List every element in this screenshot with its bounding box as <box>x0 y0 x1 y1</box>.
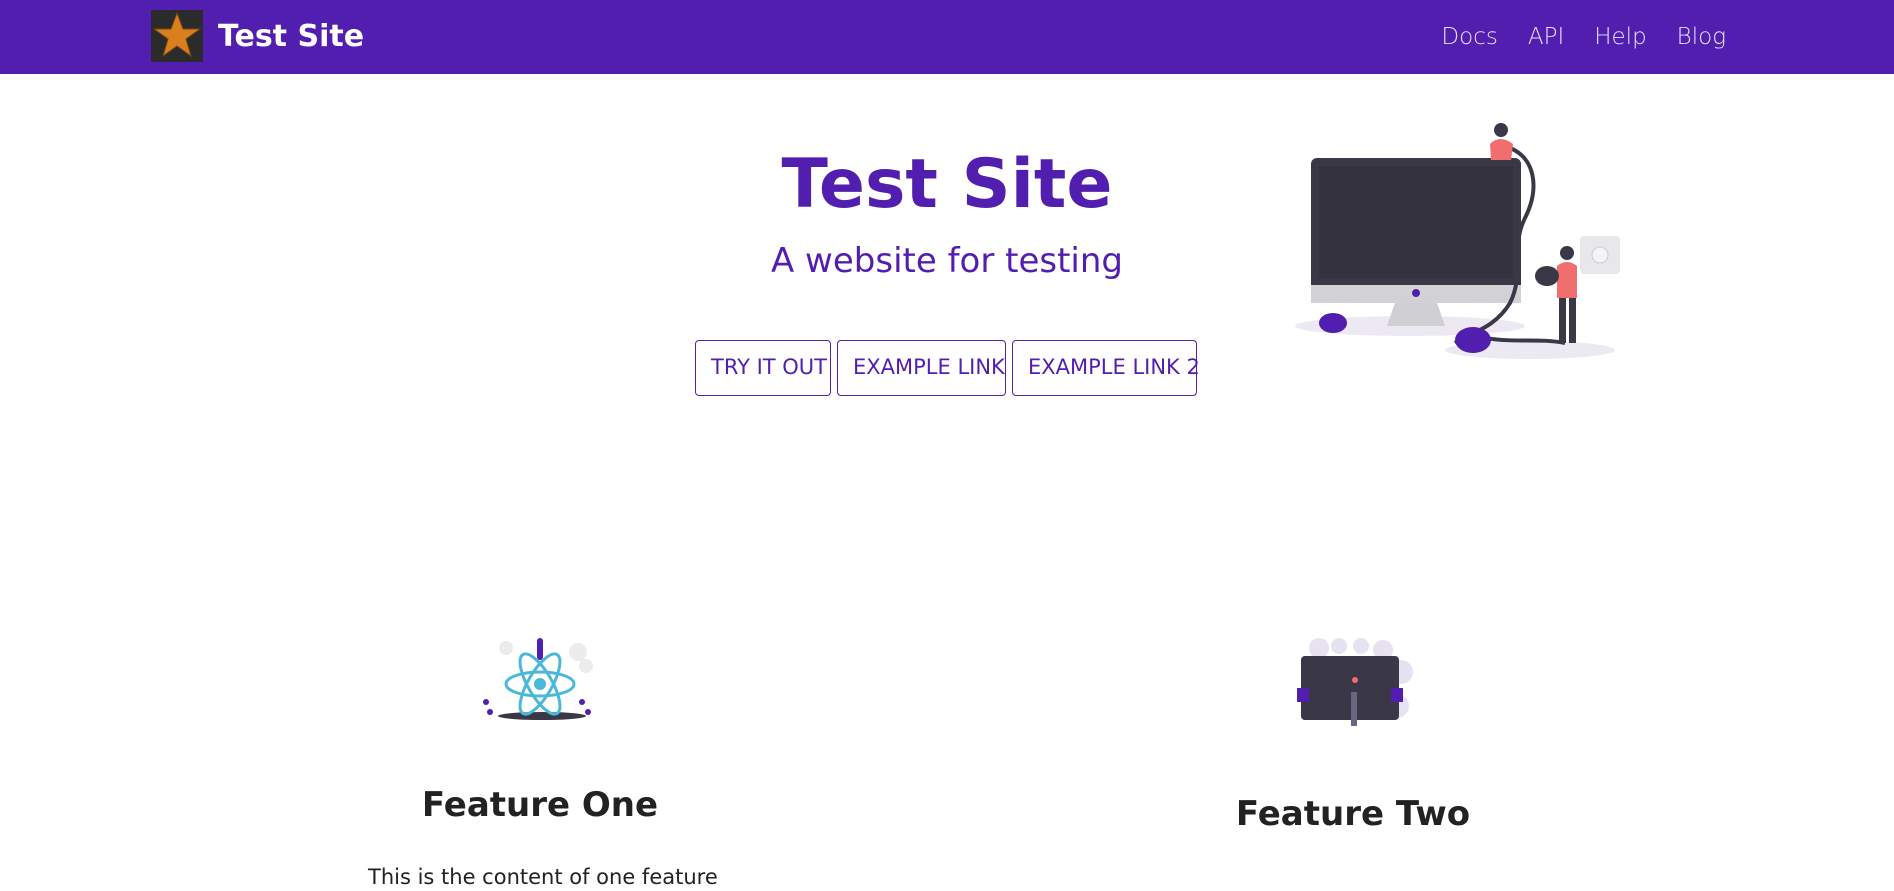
feature-two-title: Feature Two <box>1235 794 1471 834</box>
nav-link-blog[interactable]: Blog <box>1677 18 1726 56</box>
star-logo-icon[interactable] <box>151 10 203 62</box>
laptop-person-illustration <box>1293 636 1417 730</box>
nav-links: Docs API Help Blog <box>1441 18 1726 56</box>
nav-link-api[interactable]: API <box>1528 18 1564 56</box>
react-atom-rocket-illustration <box>478 636 602 722</box>
computer-plug-illustration <box>1285 118 1625 368</box>
nav-link-help[interactable]: Help <box>1594 18 1646 56</box>
navbar: Test Site Docs API Help Blog <box>0 0 1894 74</box>
nav-link-docs[interactable]: Docs <box>1441 18 1497 56</box>
navbar-brand[interactable]: Test Site <box>218 18 364 56</box>
example-link-button[interactable]: EXAMPLE LINK <box>837 340 1006 396</box>
hero-buttons: TRY IT OUT EXAMPLE LINK EXAMPLE LINK 2 <box>695 340 1203 396</box>
try-it-out-button[interactable]: TRY IT OUT <box>695 340 831 396</box>
example-link-2-button[interactable]: EXAMPLE LINK 2 <box>1012 340 1200 396</box>
feature-one-text: This is the content of one feature <box>368 865 718 889</box>
feature-one-title: Feature One <box>421 785 659 825</box>
